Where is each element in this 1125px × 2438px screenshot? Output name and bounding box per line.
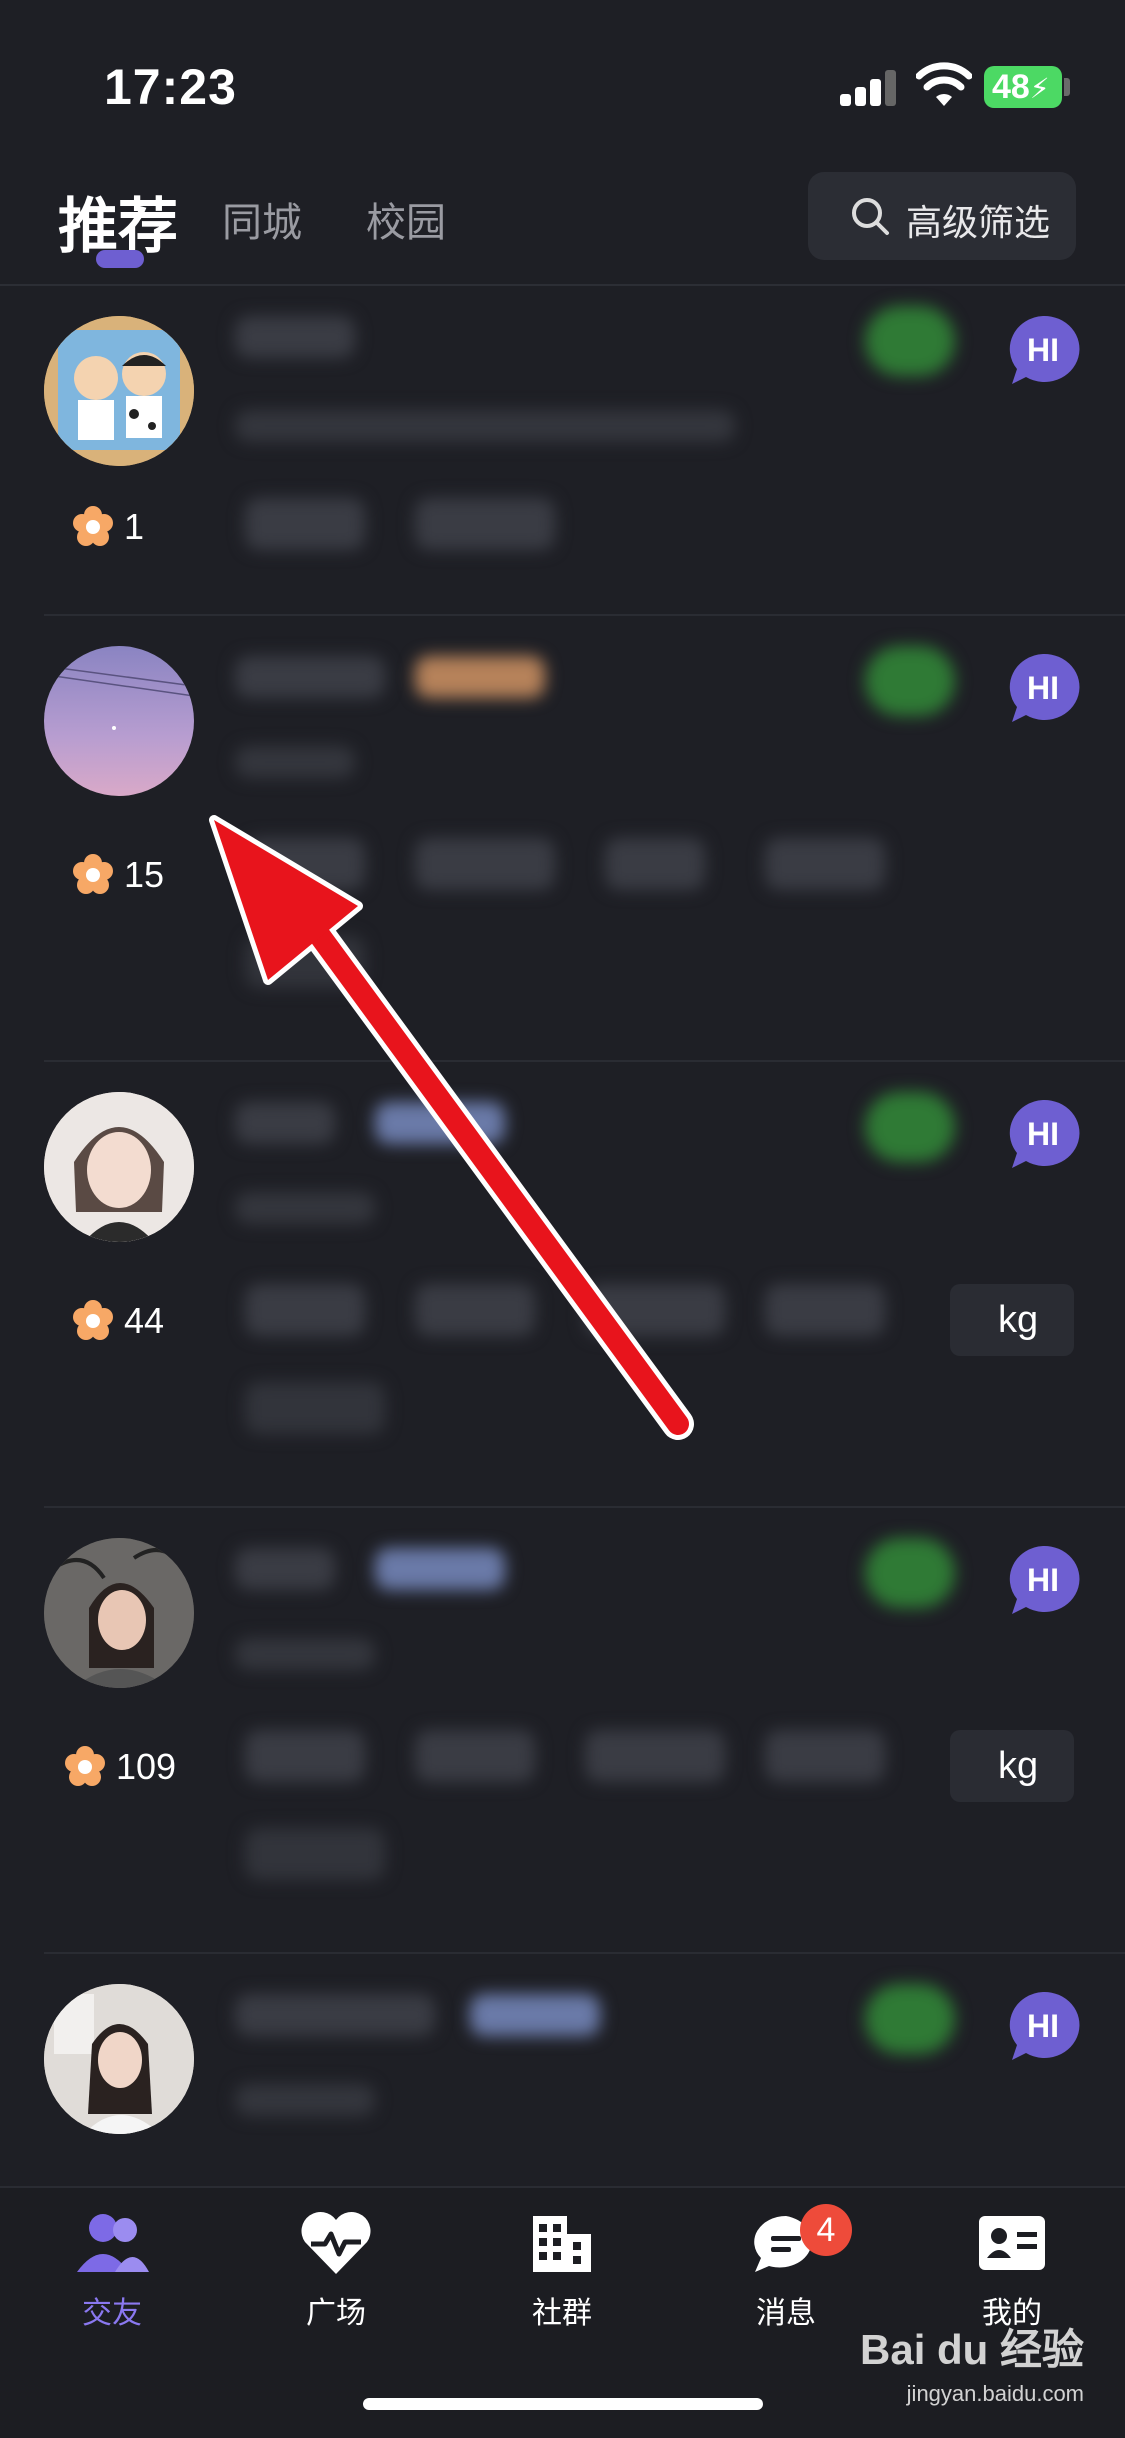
search-icon xyxy=(852,198,889,235)
flower-count: 1 xyxy=(124,506,145,547)
top-tabs: 推荐 同城 校园 高级筛选 xyxy=(0,160,1125,286)
blurred-profile-info xyxy=(225,1954,1005,2186)
tabbar-label: 社群 xyxy=(532,2297,592,2330)
svg-text:HI: HI xyxy=(1027,2008,1059,2044)
profile-card-icon xyxy=(979,2216,1045,2270)
weight-chip-unit: kg xyxy=(998,1299,1039,1341)
tabbar-label: 广场 xyxy=(306,2297,366,2330)
tabbar-item-community[interactable]: 社群 xyxy=(492,2210,632,2332)
blurred-profile-info xyxy=(225,1508,1005,1954)
baidu-watermark: Bai du 经验 jingyan.baidu.com xyxy=(860,2316,1084,2407)
tab-campus[interactable]: 校园 xyxy=(366,190,446,248)
tabbar-label: 交友 xyxy=(82,2297,142,2330)
flower-count: 109 xyxy=(116,1746,177,1787)
list-item[interactable]: HI xyxy=(0,1954,1125,2186)
flower-icon xyxy=(73,1300,113,1340)
svg-text:HI: HI xyxy=(1027,670,1059,706)
list-item[interactable]: 1 HI xyxy=(0,286,1125,616)
flower-score: 15 xyxy=(70,850,164,900)
tabbar-item-mine[interactable]: 我的 xyxy=(942,2210,1082,2332)
wifi-icon xyxy=(916,62,972,106)
weight-chip: kg xyxy=(950,1730,1074,1802)
girl-curly-avatar[interactable] xyxy=(44,1538,194,1688)
tab-same-city[interactable]: 同城 xyxy=(222,190,302,248)
say-hi-button[interactable]: HI xyxy=(1006,1098,1080,1170)
advanced-filter-button[interactable]: 高级筛选 xyxy=(808,172,1076,260)
advanced-filter-label: 高级筛选 xyxy=(906,202,1051,243)
flower-icon xyxy=(65,1746,105,1786)
purple-sky-avatar[interactable] xyxy=(44,646,194,796)
weight-chip-unit: kg xyxy=(998,1745,1039,1787)
svg-text:HI: HI xyxy=(1027,332,1059,368)
svg-text:HI: HI xyxy=(1027,1116,1059,1152)
say-hi-button[interactable]: HI xyxy=(1006,1544,1080,1616)
battery-level: 48 xyxy=(992,68,1030,106)
unread-badge: 4 xyxy=(800,2204,852,2256)
list-item[interactable]: 15 HI xyxy=(0,616,1125,1062)
flower-score: 109 xyxy=(62,1742,176,1792)
friends-icon xyxy=(77,2214,149,2272)
recommend-list: 1 HI 15 HI 44 HI 109 HI HI xyxy=(0,286,1125,2186)
tabbar-label: 消息 xyxy=(756,2297,816,2330)
flower-score: 1 xyxy=(70,502,144,552)
say-hi-button[interactable]: HI xyxy=(1006,652,1080,724)
battery-tip xyxy=(1064,78,1070,96)
girl-portrait-avatar[interactable] xyxy=(44,1092,194,1242)
flower-count: 44 xyxy=(124,1300,165,1341)
home-indicator[interactable] xyxy=(363,2398,763,2410)
battery-indicator: 48⚡ xyxy=(984,66,1062,108)
girl-room-avatar[interactable] xyxy=(44,1984,194,2134)
heartbeat-icon xyxy=(301,2211,371,2274)
status-bar: 17:23 48⚡ xyxy=(0,0,1125,150)
cellular-signal-icon xyxy=(840,70,898,106)
tab-active-indicator xyxy=(96,250,144,268)
svg-text:HI: HI xyxy=(1027,1562,1059,1598)
watermark-brand: Bai du 经验 xyxy=(860,2326,1085,2373)
flower-icon xyxy=(73,854,113,894)
cartoon-duo-avatar[interactable] xyxy=(44,316,194,466)
watermark-url: jingyan.baidu.com xyxy=(906,2381,1085,2406)
tabbar-item-friends[interactable]: 交友 xyxy=(42,2210,182,2332)
tabbar-item-messages[interactable]: 4 消息 xyxy=(716,2204,856,2332)
status-time: 17:23 xyxy=(104,59,237,115)
flower-count: 15 xyxy=(124,854,165,895)
blurred-profile-info xyxy=(225,616,1005,1062)
building-icon xyxy=(533,2216,591,2272)
weight-chip: kg xyxy=(950,1284,1074,1356)
flower-score: 44 xyxy=(70,1296,164,1346)
blurred-profile-info xyxy=(225,1062,1005,1508)
blurred-profile-info xyxy=(225,286,1005,616)
flower-icon xyxy=(73,506,113,546)
say-hi-button[interactable]: HI xyxy=(1006,314,1080,386)
tabbar-item-square[interactable]: 广场 xyxy=(266,2210,406,2332)
say-hi-button[interactable]: HI xyxy=(1006,1990,1080,2062)
